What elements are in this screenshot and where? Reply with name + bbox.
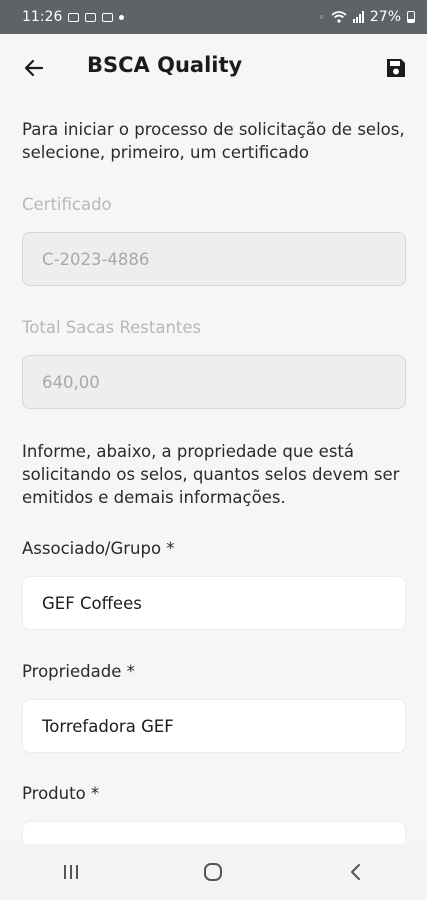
- associado-field[interactable]: GEF Coffees: [22, 576, 406, 630]
- system-nav-bar: [0, 844, 427, 900]
- info-text: Informe, abaixo, a propriedade que está …: [22, 442, 400, 507]
- recent-apps-icon: [64, 865, 79, 879]
- certificado-value: C-2023-4886: [42, 249, 150, 269]
- floppy-disk-icon: [387, 59, 405, 77]
- propriedade-field[interactable]: Torrefadora GEF: [22, 699, 406, 753]
- total-sacas-label: Total Sacas Restantes: [22, 318, 202, 337]
- back-button[interactable]: [20, 54, 48, 82]
- mail-notification-icon: [85, 12, 97, 22]
- image-notification-icon: [68, 12, 80, 22]
- produto-label: Produto *: [22, 784, 100, 803]
- total-sacas-value: 640,00: [42, 372, 100, 392]
- status-time: 11:26: [22, 9, 63, 25]
- back-nav-button[interactable]: [326, 852, 386, 892]
- home-icon: [204, 863, 223, 881]
- page-title: BSCA Quality: [87, 53, 243, 77]
- message-notification-icon: [102, 12, 114, 22]
- propriedade-value: Torrefadora GEF: [42, 716, 174, 736]
- propriedade-label: Propriedade *: [22, 662, 135, 681]
- wifi-icon: [331, 11, 347, 23]
- associado-label: Associado/Grupo *: [22, 539, 175, 558]
- battery-percent: 27%: [369, 9, 401, 25]
- chevron-left-icon: [350, 864, 360, 880]
- total-sacas-field: 640,00: [22, 355, 406, 409]
- certificado-field: C-2023-4886: [22, 232, 406, 286]
- signal-icon: [352, 11, 364, 23]
- status-bar-left: 11:26: [22, 9, 125, 25]
- home-button[interactable]: [183, 852, 243, 892]
- more-notifications-icon: [119, 14, 125, 20]
- app-bar: BSCA Quality: [0, 34, 427, 102]
- intro-text: Para iniciar o processo de solicitação d…: [22, 120, 405, 162]
- arrow-left-icon: [24, 59, 44, 77]
- status-bar-right: ◦ 27%: [318, 9, 415, 25]
- recent-apps-button[interactable]: [41, 852, 101, 892]
- status-bar: 11:26 ◦ 27%: [0, 0, 427, 34]
- certificado-label: Certificado: [22, 195, 112, 214]
- battery-icon: [407, 11, 415, 23]
- save-button[interactable]: [381, 53, 411, 83]
- associado-value: GEF Coffees: [42, 593, 142, 613]
- alarm-icon: ◦: [318, 10, 325, 24]
